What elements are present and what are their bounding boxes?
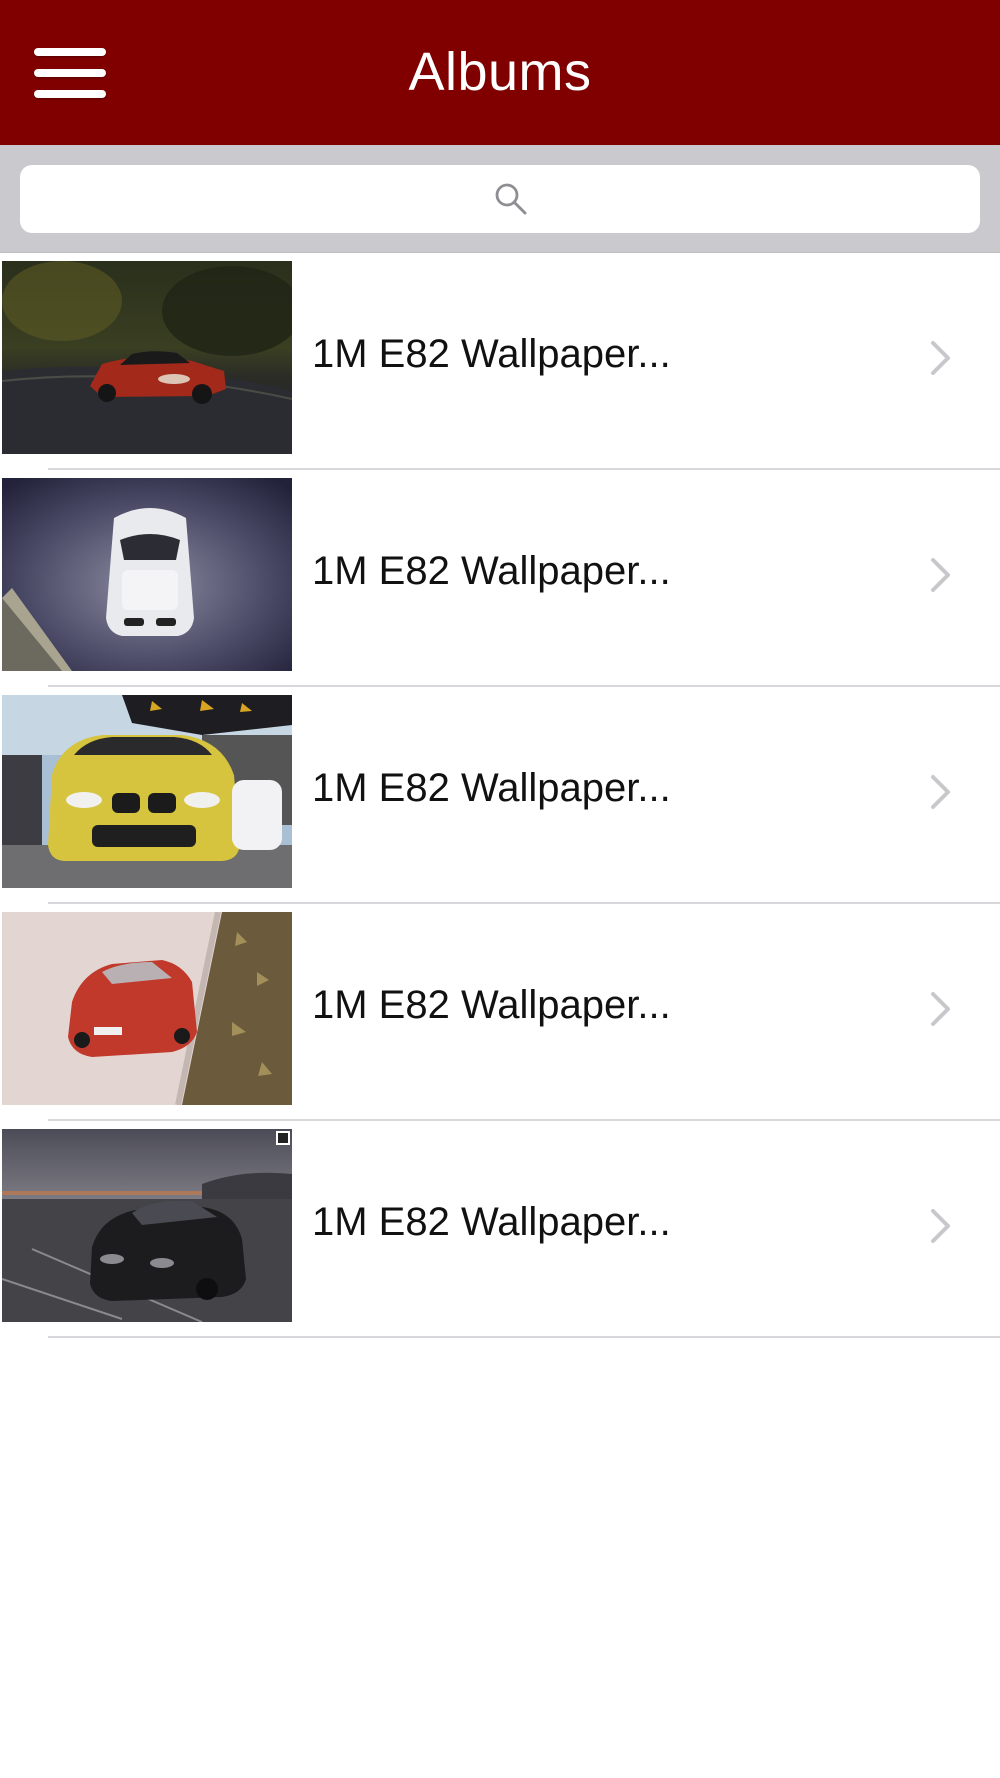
chevron-right-icon — [931, 992, 950, 1026]
album-row[interactable]: 1M E82 Wallpaper... — [0, 1121, 1000, 1338]
album-thumbnail — [2, 478, 292, 671]
album-title: 1M E82 Wallpaper... — [312, 332, 671, 376]
album-title: 1M E82 Wallpaper... — [312, 983, 671, 1027]
chevron-right-icon — [931, 1209, 950, 1243]
chevron-right-icon — [931, 341, 950, 375]
album-title: 1M E82 Wallpaper... — [312, 766, 671, 810]
search-bar — [0, 145, 1000, 253]
album-row[interactable]: 1M E82 Wallpaper... — [0, 687, 1000, 904]
search-input[interactable] — [20, 165, 980, 233]
album-title: 1M E82 Wallpaper... — [312, 549, 671, 593]
navigation-bar: Albums — [0, 0, 1000, 145]
search-icon — [495, 183, 527, 215]
chevron-right-icon — [931, 775, 950, 809]
album-thumbnail — [2, 261, 292, 454]
album-row[interactable]: 1M E82 Wallpaper... — [0, 253, 1000, 470]
chevron-right-icon — [931, 558, 950, 592]
album-thumbnail — [2, 912, 292, 1105]
album-title: 1M E82 Wallpaper... — [312, 1200, 671, 1244]
album-thumbnail — [2, 695, 292, 888]
album-list: 1M E82 Wallpaper... 1M E82 Wallpaper... … — [0, 253, 1000, 1338]
album-thumbnail — [2, 1129, 292, 1322]
album-row[interactable]: 1M E82 Wallpaper... — [0, 904, 1000, 1121]
page-title: Albums — [408, 42, 592, 102]
row-divider — [48, 1336, 1000, 1338]
album-row[interactable]: 1M E82 Wallpaper... — [0, 470, 1000, 687]
